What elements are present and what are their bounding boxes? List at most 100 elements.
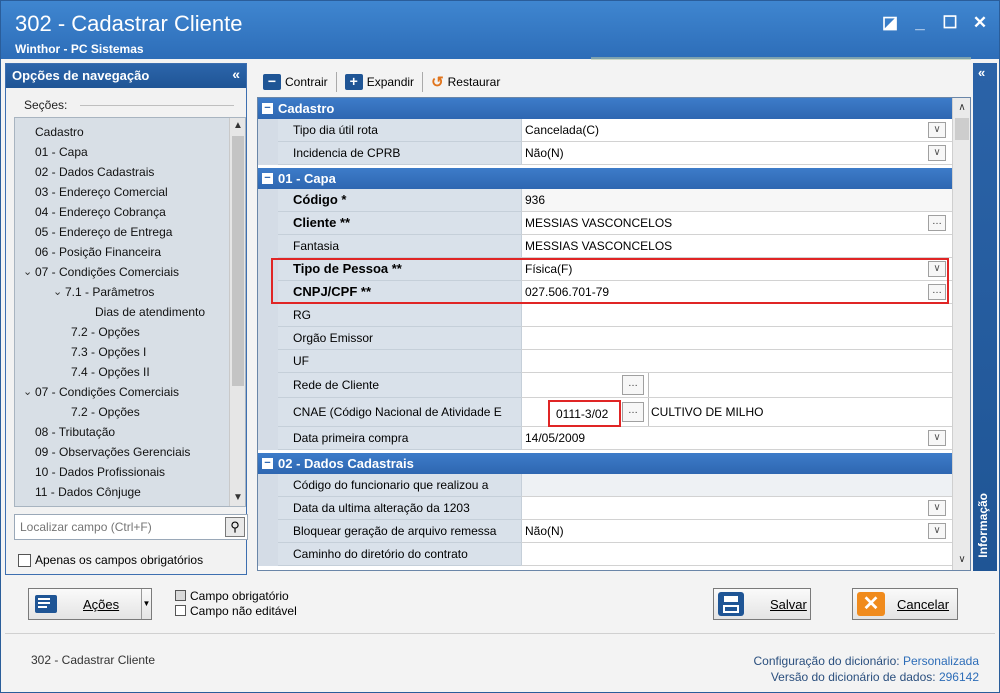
info-panel[interactable]: « Informação	[973, 63, 997, 571]
field-label: CNPJ/CPF **	[278, 281, 521, 304]
tree-item-opcoes-ii[interactable]: 7.4 - Opções II	[71, 362, 150, 382]
field-value: Cancelada(C)	[525, 123, 600, 137]
orgao-field[interactable]	[521, 327, 952, 350]
actions-icon	[35, 595, 57, 613]
tree-item-tributacao[interactable]: 08 - Tributação	[35, 422, 115, 442]
scroll-down-icon[interactable]: ▼	[230, 490, 245, 506]
tipo-pessoa-select[interactable]: Física(F) ∨	[521, 258, 952, 281]
chevron-down-icon[interactable]: ⌄	[23, 265, 32, 278]
minimize-icon[interactable]: _	[909, 13, 931, 33]
tree-item-dados-profissionais[interactable]: 10 - Dados Profissionais	[35, 462, 165, 482]
caminho-field[interactable]	[521, 543, 952, 566]
tree-item-endereco-entrega[interactable]: 05 - Endereço de Entrega	[35, 222, 172, 242]
field-label: RG	[278, 304, 521, 327]
collapse-button[interactable]: − Contrair	[257, 71, 334, 93]
section-title: 02 - Dados Cadastrais	[278, 456, 414, 471]
chevron-down-icon[interactable]: ⌄	[53, 285, 62, 298]
data-compra-select[interactable]: 14/05/2009 ∨	[521, 427, 952, 450]
expand-label: Expandir	[366, 74, 415, 89]
tree-item-posicao-financeira[interactable]: 06 - Posição Financeira	[35, 242, 161, 262]
tree-item-opcoes-2[interactable]: 7.2 - Opções	[71, 402, 140, 422]
cancel-button[interactable]: ✕ Cancelar	[852, 588, 958, 620]
footer-dictionary-info: Configuração do dicionário: Personalizad…	[754, 653, 980, 685]
required-only-checkbox[interactable]	[18, 553, 31, 567]
chevron-down-icon[interactable]: ∨	[928, 261, 946, 277]
property-grid: − Cadastro Tipo dia útil rota Cancelada(…	[257, 97, 971, 571]
scroll-up-icon[interactable]: ▲	[230, 118, 245, 134]
maximize-icon[interactable]: ☐	[939, 13, 961, 33]
collapse-section-icon[interactable]: −	[262, 103, 273, 114]
row-gutter	[258, 474, 278, 497]
field-label: Código do funcionario que realizou a	[278, 474, 521, 497]
nav-header-label: Opções de navegação	[12, 68, 150, 83]
tipo-dia-select[interactable]: Cancelada(C) ∨	[521, 119, 952, 142]
cnpj-field[interactable]: 027.506.701-79…	[521, 281, 952, 304]
tree-item-cadastro[interactable]: Cadastro	[35, 122, 84, 142]
search-input[interactable]	[15, 515, 215, 539]
rg-field[interactable]	[521, 304, 952, 327]
section-header-dados-cadastrais[interactable]: − 02 - Dados Cadastrais	[258, 453, 952, 474]
actions-button[interactable]: Ações ▼	[28, 588, 152, 620]
tree-item-condicoes-comerciais-2[interactable]: 07 - Condições Comerciais	[35, 382, 179, 402]
dropdown-arrow-icon[interactable]: ▼	[141, 589, 151, 619]
data-alt-select[interactable]: ∨	[521, 497, 952, 520]
tree-scrollbar[interactable]: ▲ ▼	[229, 118, 245, 506]
info-collapse-icon[interactable]: «	[978, 65, 985, 80]
row-tipo-dia: Tipo dia útil rota Cancelada(C) ∨	[258, 119, 952, 142]
grid-scroll-thumb[interactable]	[955, 118, 969, 140]
footer-program: 302 - Cadastrar Cliente	[31, 653, 156, 667]
cancel-label: Cancelar	[897, 596, 950, 612]
dict-version-label: Versão do dicionário de dados:	[770, 670, 936, 684]
collapse-section-icon[interactable]: −	[262, 173, 273, 184]
row-data-compra: Data primeira compra 14/05/2009 ∨	[258, 427, 952, 450]
ellipsis-icon[interactable]: …	[622, 375, 644, 395]
bloquear-select[interactable]: Não(N) ∨	[521, 520, 952, 543]
rede-field[interactable]: …	[521, 373, 952, 398]
window: 302 - Cadastrar Cliente Winthor - PC Sis…	[0, 0, 1000, 693]
scroll-down-icon[interactable]: ∨	[954, 552, 970, 568]
restore-button[interactable]: ↺ Restaurar	[425, 71, 506, 93]
tree-item-observacoes-gerenciais[interactable]: 09 - Observações Gerenciais	[35, 442, 190, 462]
tree-item-capa[interactable]: 01 - Capa	[35, 142, 88, 162]
tree-item-endereco-comercial[interactable]: 03 - Endereço Comercial	[35, 182, 168, 202]
tree-item-opcoes-i[interactable]: 7.3 - Opções I	[71, 342, 146, 362]
cprb-select[interactable]: Não(N) ∨	[521, 142, 952, 165]
row-uf: UF	[258, 350, 952, 373]
row-gutter	[258, 398, 278, 427]
uf-field[interactable]	[521, 350, 952, 373]
close-icon[interactable]: ✕	[969, 13, 991, 33]
ellipsis-icon[interactable]: …	[928, 284, 946, 300]
section-header-capa[interactable]: − 01 - Capa	[258, 168, 952, 189]
cnae-field[interactable]: 0111-3/02 … CULTIVO DE MILHO	[521, 398, 952, 427]
fantasia-field[interactable]: MESSIAS VASCONCELOS	[521, 235, 952, 258]
chevron-down-icon[interactable]: ⌄	[23, 385, 32, 398]
row-cnae: CNAE (Código Nacional de Atividade E 011…	[258, 398, 952, 427]
tree-item-opcoes[interactable]: 7.2 - Opções	[71, 322, 140, 342]
tree-item-dados-conjuge[interactable]: 11 - Dados Cônjuge	[35, 482, 141, 502]
chevron-down-icon[interactable]: ∨	[928, 430, 946, 446]
tree-item-endereco-cobranca[interactable]: 04 - Endereço Cobrança	[35, 202, 166, 222]
field-label: Data da ultima alteração da 1203	[278, 497, 521, 520]
ellipsis-icon[interactable]: …	[622, 402, 644, 422]
restore-window-icon[interactable]: ◪	[879, 13, 901, 33]
tree-item-condicoes-comerciais[interactable]: 07 - Condições Comerciais	[35, 262, 179, 282]
collapse-section-icon[interactable]: −	[262, 458, 273, 469]
tree-item-dados-cadastrais[interactable]: 02 - Dados Cadastrais	[35, 162, 154, 182]
search-icon[interactable]: ⚲	[225, 517, 245, 537]
grid-scrollbar[interactable]: ∧ ∨	[952, 98, 970, 570]
cliente-field[interactable]: MESSIAS VASCONCELOS…	[521, 212, 952, 235]
field-label: Fantasia	[278, 235, 521, 258]
section-header-cadastro[interactable]: − Cadastro	[258, 98, 952, 119]
chevron-down-icon[interactable]: ∨	[928, 523, 946, 539]
save-button[interactable]: Salvar	[713, 588, 811, 620]
chevron-down-icon[interactable]: ∨	[928, 500, 946, 516]
tree-item-dias-atendimento[interactable]: Dias de atendimento	[95, 302, 205, 322]
chevron-down-icon[interactable]: ∨	[928, 122, 946, 138]
ellipsis-icon[interactable]: …	[928, 215, 946, 231]
tree-scroll-thumb[interactable]	[232, 136, 244, 386]
chevron-down-icon[interactable]: ∨	[928, 145, 946, 161]
scroll-up-icon[interactable]: ∧	[954, 100, 970, 116]
nav-collapse-icon[interactable]: «	[232, 66, 240, 82]
tree-item-parametros[interactable]: 7.1 - Parâmetros	[65, 282, 154, 302]
expand-button[interactable]: + Expandir	[339, 71, 420, 93]
